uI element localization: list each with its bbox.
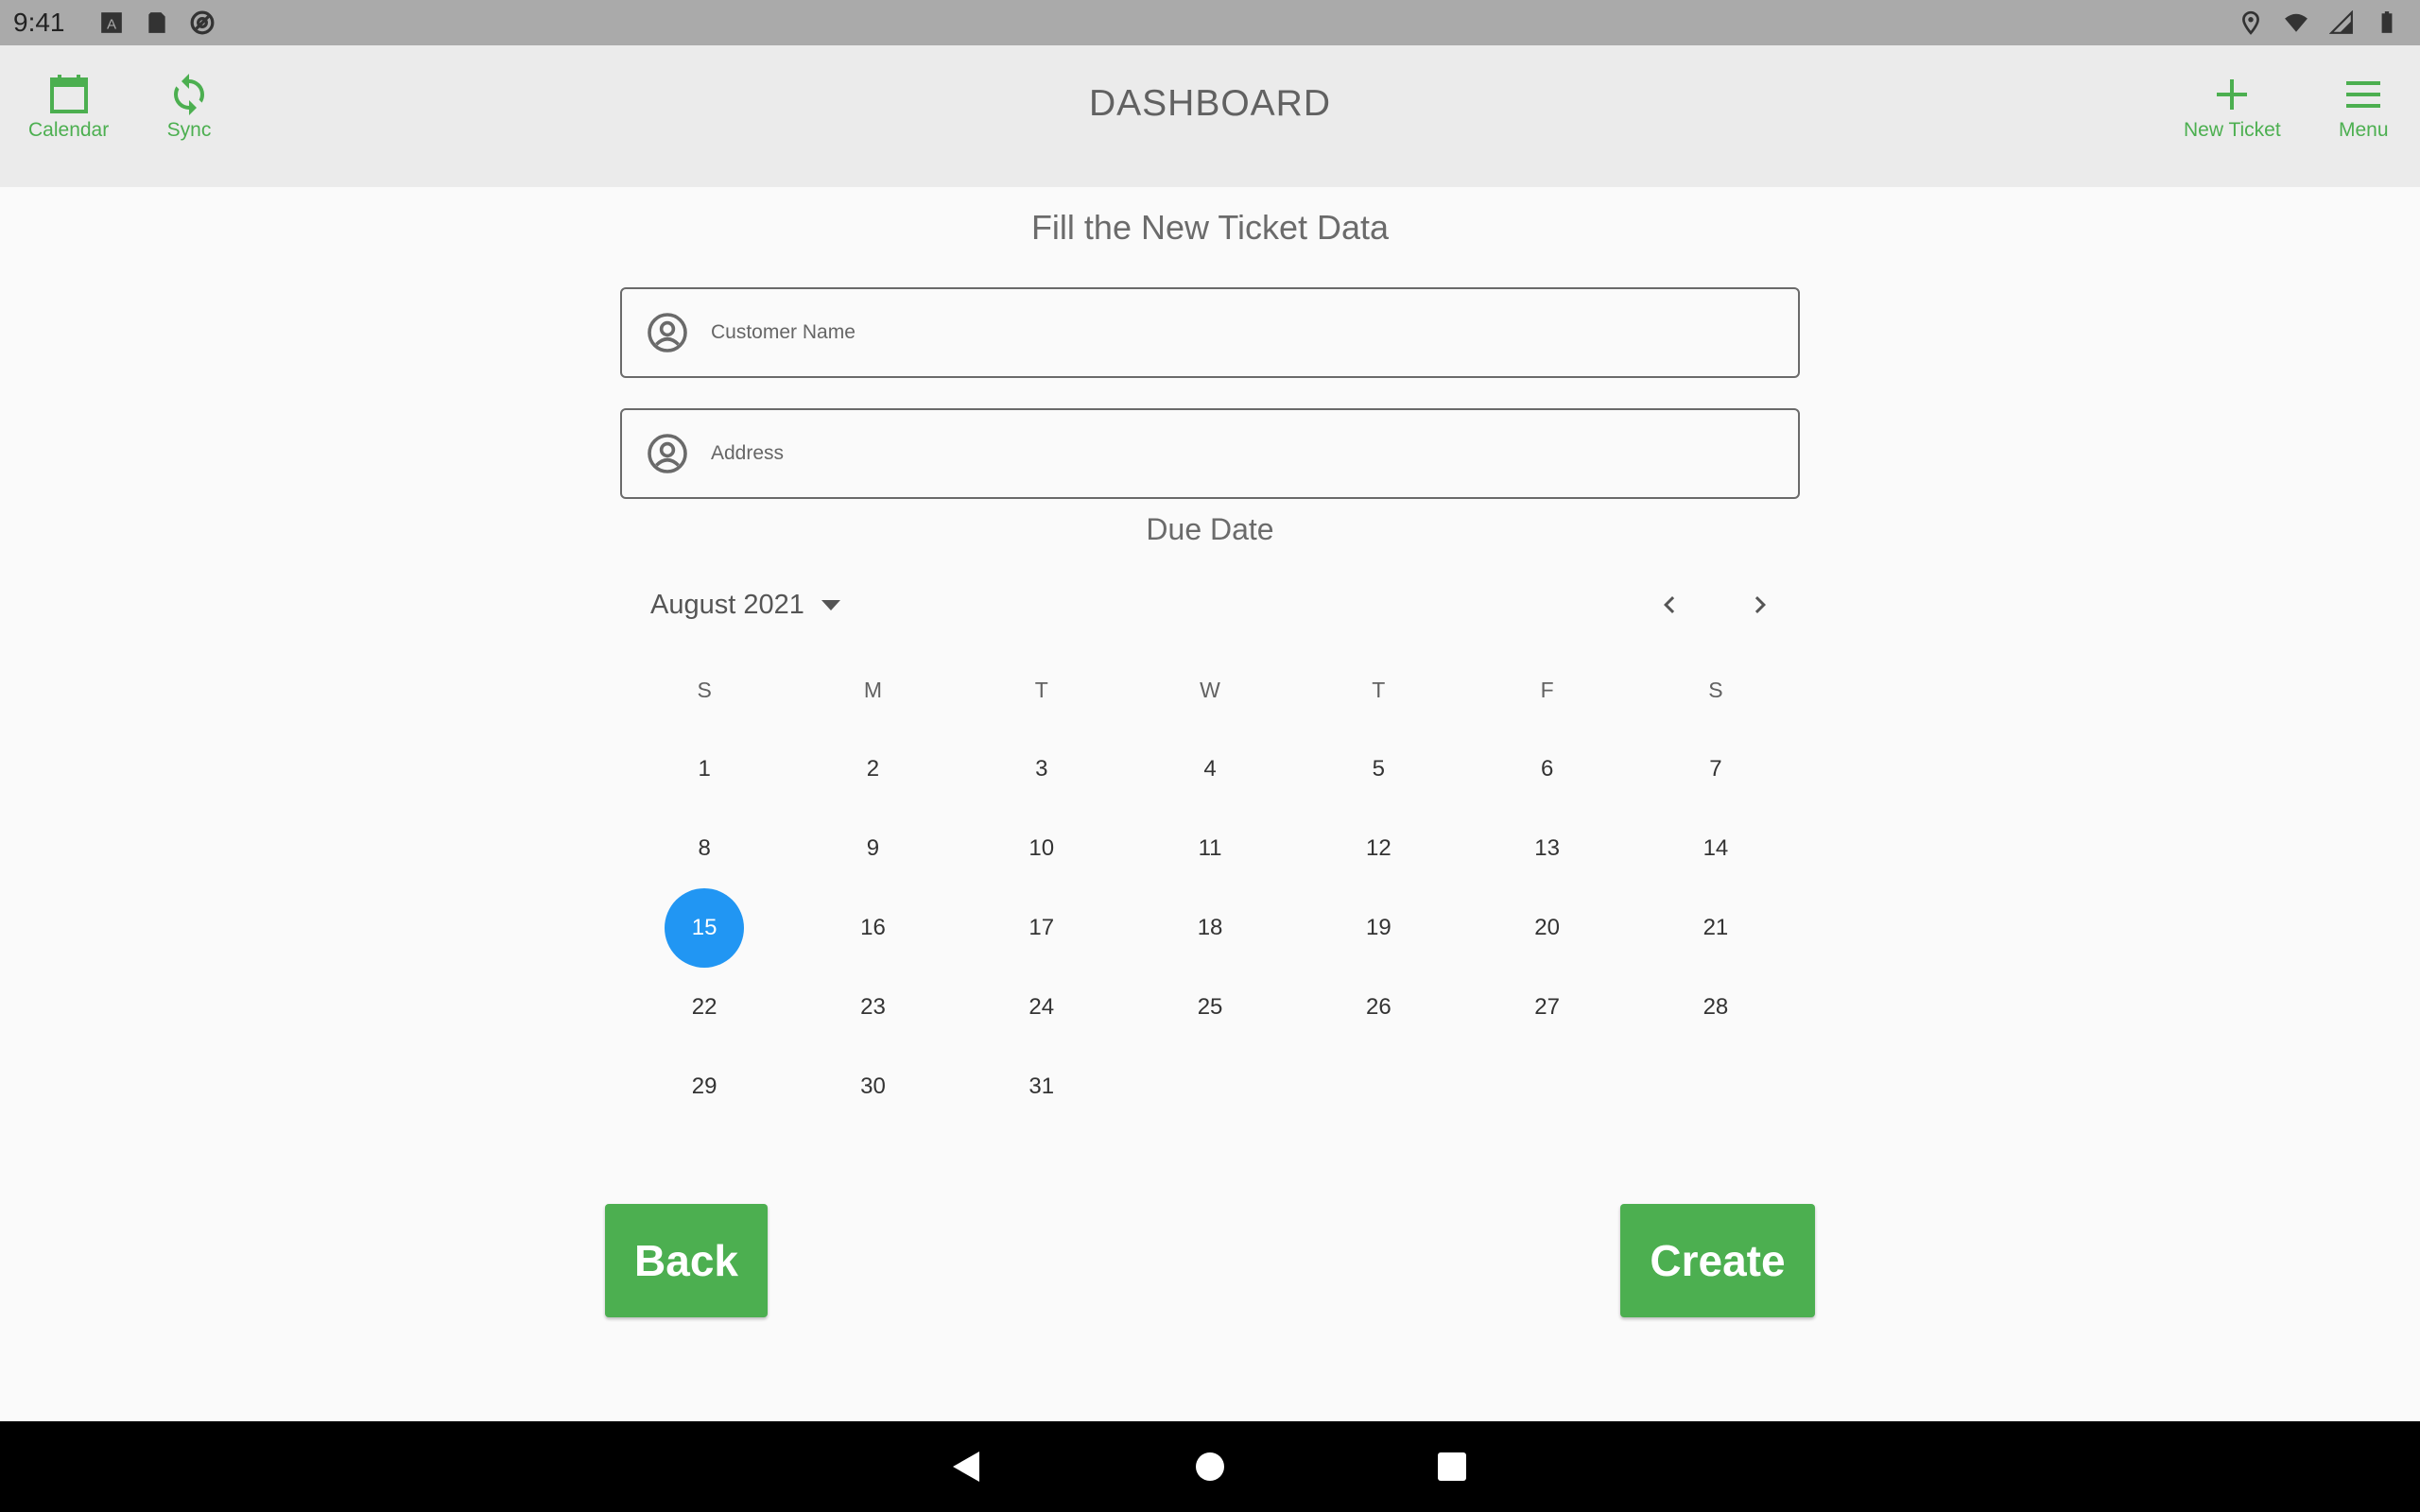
app-bar: Calendar Sync DASHBOARD New Ticket Menu	[0, 45, 2420, 187]
recents-square-icon	[1438, 1452, 1466, 1481]
page-title: DASHBOARD	[1088, 83, 1332, 124]
nav-home-button[interactable]	[1187, 1444, 1233, 1489]
calendar-day[interactable]: 1	[620, 730, 788, 809]
calendar-empty-cell	[1632, 1047, 1800, 1126]
weekday-label: T	[1372, 677, 1386, 702]
hamburger-menu-icon	[2346, 81, 2381, 108]
calendar-empty-cell	[1462, 1047, 1631, 1126]
form-heading: Fill the New Ticket Data	[1030, 208, 1390, 247]
chevron-left-icon	[1664, 596, 1675, 613]
font-icon: A	[100, 12, 122, 33]
calendar-day[interactable]: 4	[1126, 730, 1294, 809]
calendar-day[interactable]: 8	[620, 809, 788, 888]
calendar-day[interactable]: 14	[1632, 809, 1800, 888]
calendar-week-row: 22 23 24 25 26 27 28	[620, 968, 1800, 1047]
customer-name-field[interactable]	[620, 287, 1800, 378]
account-circle-icon	[648, 434, 687, 473]
chevron-right-icon	[1754, 596, 1766, 613]
calendar-day[interactable]: 24	[958, 968, 1126, 1047]
weekday-label: F	[1540, 677, 1554, 702]
create-button[interactable]: Create	[1620, 1204, 1815, 1317]
month-year-label: August 2021	[650, 589, 804, 620]
back-button[interactable]: Back	[605, 1204, 768, 1317]
at-circle-icon	[190, 10, 214, 35]
calendar-day[interactable]: 22	[620, 968, 788, 1047]
calendar-day[interactable]: 27	[1462, 968, 1631, 1047]
calendar-day[interactable]: 2	[788, 730, 957, 809]
weekday-label: S	[697, 677, 712, 702]
calendar-day[interactable]: 17	[958, 888, 1126, 968]
account-circle-icon	[648, 313, 687, 352]
sd-card-icon	[147, 12, 165, 33]
month-year-selector[interactable]: August 2021	[650, 576, 840, 633]
weekday-label: T	[1034, 677, 1048, 702]
address-input[interactable]	[711, 425, 1798, 482]
calendar-empty-cell	[1126, 1047, 1294, 1126]
status-time: 9:41	[13, 8, 65, 37]
nav-back-button[interactable]	[943, 1444, 989, 1489]
calendar-day[interactable]: 30	[788, 1047, 957, 1126]
calendar-day[interactable]: 28	[1632, 968, 1800, 1047]
system-navigation-bar	[0, 1421, 2420, 1512]
calendar-week-row: 15 16 17 18 19 20 21	[620, 888, 1800, 968]
calendar-week-row: 1 2 3 4 5 6 7	[620, 730, 1800, 809]
wifi-icon	[2285, 13, 2308, 32]
calendar-day[interactable]: 29	[620, 1047, 788, 1126]
calendar-day[interactable]: 18	[1126, 888, 1294, 968]
calendar-week-row: 29 30 31	[620, 1047, 1800, 1126]
calendar-day[interactable]: 13	[1462, 809, 1631, 888]
status-bar: 9:41 A	[0, 0, 2420, 45]
weekday-label: S	[1708, 677, 1723, 702]
weekday-label: M	[863, 677, 883, 702]
back-triangle-icon	[953, 1452, 979, 1482]
calendar-day[interactable]: 5	[1294, 730, 1462, 809]
address-field[interactable]	[620, 408, 1800, 499]
previous-month-button[interactable]	[1645, 580, 1694, 629]
calendar-day[interactable]: 9	[788, 809, 957, 888]
calendar-header: August 2021	[620, 576, 1800, 633]
calendar-day[interactable]: 12	[1294, 809, 1462, 888]
dropdown-caret-icon	[821, 599, 840, 610]
calendar-day[interactable]: 20	[1462, 888, 1631, 968]
due-date-label: Due Date	[1146, 512, 1274, 546]
new-ticket-button[interactable]: New Ticket	[2184, 72, 2281, 142]
calendar-day[interactable]: 7	[1632, 730, 1800, 809]
calendar-empty-cell	[1294, 1047, 1462, 1126]
calendar-day[interactable]: 26	[1294, 968, 1462, 1047]
calendar-day-selected[interactable]: 15	[620, 888, 788, 968]
calendar-day[interactable]: 3	[958, 730, 1126, 809]
menu-button-label: Menu	[2339, 119, 2389, 141]
plus-icon	[2217, 79, 2248, 110]
home-circle-icon	[1196, 1452, 1224, 1481]
nav-recents-button[interactable]	[1429, 1444, 1475, 1489]
calendar-day[interactable]: 23	[788, 968, 957, 1047]
calendar-grid: S M T W T F S 1 2 3 4 5 6 7 8 9 10 11 12…	[620, 650, 1800, 1126]
calendar-day[interactable]: 16	[788, 888, 957, 968]
calendar-day[interactable]: 31	[958, 1047, 1126, 1126]
next-month-button[interactable]	[1736, 580, 1785, 629]
calendar-day[interactable]: 25	[1126, 968, 1294, 1047]
signal-icon	[2329, 10, 2353, 34]
weekday-label: W	[1200, 677, 1220, 702]
customer-name-input[interactable]	[711, 304, 1798, 361]
calendar-day[interactable]: 10	[958, 809, 1126, 888]
calendar-week-row: 8 9 10 11 12 13 14	[620, 809, 1800, 888]
battery-icon	[2381, 11, 2393, 33]
calendar-day[interactable]: 11	[1126, 809, 1294, 888]
calendar-day[interactable]: 6	[1462, 730, 1631, 809]
weekday-header-row: S M T W T F S	[620, 650, 1800, 730]
svg-text:A: A	[106, 17, 116, 33]
menu-button[interactable]: Menu	[2339, 72, 2389, 142]
ticket-form: Fill the New Ticket Data Due Date August…	[0, 187, 2420, 1421]
new-ticket-button-label: New Ticket	[2184, 119, 2281, 141]
location-icon	[2242, 10, 2259, 35]
calendar-day[interactable]: 19	[1294, 888, 1462, 968]
calendar-day[interactable]: 21	[1632, 888, 1800, 968]
